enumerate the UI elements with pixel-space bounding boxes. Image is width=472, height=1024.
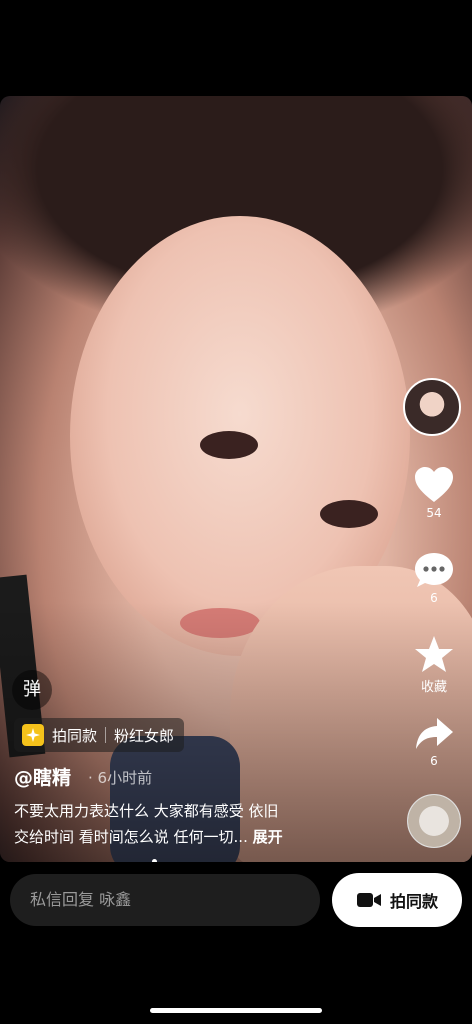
shoot-same-tag[interactable]: 拍同款 粉红女郎: [14, 718, 185, 752]
video-camera-icon: [356, 893, 381, 907]
share-button[interactable]: 6: [406, 716, 462, 768]
comment-icon: [415, 553, 453, 587]
comment-button[interactable]: 6: [406, 551, 462, 605]
like-count: 54: [426, 506, 442, 520]
caption[interactable]: 不要太用力表达什么 大家都有感受 依旧 交给时间 看时间怎么说 任何一切... …: [14, 798, 344, 850]
comment-count: 6: [430, 591, 438, 605]
tag-primary: 拍同款: [52, 726, 98, 745]
like-button[interactable]: 54: [406, 466, 462, 520]
music-disc[interactable]: [407, 794, 461, 848]
shoot-same-button[interactable]: 拍同款: [332, 873, 462, 927]
author-avatar[interactable]: [403, 378, 461, 436]
caption-line-2: 交给时间 看时间怎么说 任何一切...: [14, 828, 248, 846]
star-icon: [415, 636, 453, 672]
danmu-toggle[interactable]: 弹: [12, 670, 52, 710]
tag-secondary: 粉红女郎: [114, 726, 175, 745]
shoot-same-label: 拍同款: [389, 892, 438, 911]
share-count: 6: [430, 754, 438, 768]
share-icon: [416, 718, 453, 749]
home-indicator[interactable]: [150, 1008, 322, 1013]
message-input[interactable]: 私信回复 咏鑫: [10, 874, 320, 926]
author-name[interactable]: @瞎精: [14, 763, 71, 790]
sparkle-icon: [22, 724, 44, 746]
caption-line-1: 不要太用力表达什么 大家都有感受 依旧: [14, 802, 279, 820]
post-time: · 6小时前: [88, 769, 153, 787]
expand-link[interactable]: 展开: [253, 828, 283, 846]
tag-divider: [105, 727, 107, 743]
heart-icon: [415, 467, 453, 502]
favorite-button[interactable]: 收藏: [406, 634, 462, 695]
favorite-label: 收藏: [420, 680, 447, 695]
